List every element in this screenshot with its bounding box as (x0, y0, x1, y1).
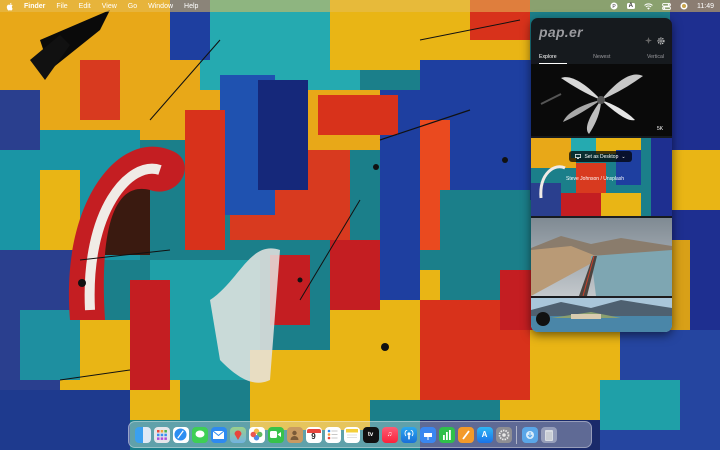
dock-separator (516, 425, 517, 444)
dock-podcasts-icon[interactable] (400, 426, 417, 443)
desktop-icon (575, 154, 582, 159)
paper-menubar-icon[interactable]: P (610, 2, 618, 10)
sparkle-icon[interactable] (645, 37, 652, 44)
menu-window[interactable]: Window (148, 3, 173, 10)
menu-view[interactable]: View (102, 3, 117, 10)
menu-file[interactable]: File (56, 3, 67, 10)
dock-notes-icon[interactable] (343, 426, 360, 443)
dock: 9 tv ♫ A (128, 421, 592, 448)
input-source-indicator[interactable]: A (626, 3, 635, 9)
wallpaper-thumbnail-lake-town[interactable] (531, 298, 672, 332)
dock-facetime-icon[interactable] (267, 426, 284, 443)
dock-launchpad-icon[interactable] (153, 426, 170, 443)
tab-vertical[interactable]: Vertical (647, 54, 664, 60)
dock-tv-icon[interactable]: tv (362, 426, 379, 443)
apple-menu-icon[interactable] (6, 2, 14, 11)
dock-system-preferences-icon[interactable] (495, 426, 512, 443)
chevron-down-icon[interactable]: ⌄ (621, 154, 625, 160)
paper-app-panel: pap.er Explore Newest Vertical (531, 18, 672, 332)
dock-reminders-icon[interactable] (324, 426, 341, 443)
dock-maps-icon[interactable] (229, 426, 246, 443)
menu-edit[interactable]: Edit (79, 3, 91, 10)
wallpaper-thumbnail-mountain-lake[interactable] (531, 218, 672, 296)
set-as-desktop-label: Set as Desktop (584, 153, 619, 160)
dock-keynote-icon[interactable] (419, 426, 436, 443)
control-center-icon[interactable] (662, 2, 671, 10)
dock-calendar-icon[interactable]: 9 (305, 426, 322, 443)
siri-icon[interactable] (680, 2, 688, 10)
loading-indicator (536, 312, 550, 326)
dock-trash-icon[interactable] (540, 426, 557, 443)
dock-messages-icon[interactable] (191, 426, 208, 443)
tab-newest[interactable]: Newest (593, 54, 610, 60)
dock-pages-icon[interactable] (457, 426, 474, 443)
calendar-day: 9 (311, 431, 316, 441)
wifi-icon[interactable] (644, 2, 653, 10)
dock-photos-icon[interactable] (248, 426, 265, 443)
dock-finder-icon[interactable] (134, 426, 151, 443)
tab-explore[interactable]: Explore (539, 54, 557, 60)
dock-numbers-icon[interactable] (438, 426, 455, 443)
panel-header: pap.er (531, 18, 672, 52)
dock-music-icon[interactable]: ♫ (381, 426, 398, 443)
set-as-desktop-button[interactable]: Set as Desktop ⌄ (569, 151, 632, 162)
menu-help[interactable]: Help (184, 3, 198, 10)
gear-icon[interactable] (657, 37, 665, 45)
resolution-badge: 5K (657, 126, 664, 132)
dock-app-store-icon[interactable]: A (476, 426, 493, 443)
wallpaper-thumbnail-flower[interactable] (531, 64, 672, 136)
menu-go[interactable]: Go (128, 3, 137, 10)
photo-credit[interactable]: Steve Johnson / Unsplash (566, 176, 624, 182)
dock-mail-icon[interactable] (210, 426, 227, 443)
menubar-clock[interactable]: 11:49 (697, 3, 714, 10)
dock-downloads-folder-icon[interactable] (521, 426, 538, 443)
app-logo: pap.er (539, 24, 583, 40)
panel-tabs: Explore Newest Vertical (531, 52, 672, 62)
menu-bar: Finder File Edit View Go Window Help P A… (0, 0, 720, 12)
menu-app-name[interactable]: Finder (24, 3, 45, 10)
dock-contacts-icon[interactable] (286, 426, 303, 443)
dock-safari-icon[interactable] (172, 426, 189, 443)
